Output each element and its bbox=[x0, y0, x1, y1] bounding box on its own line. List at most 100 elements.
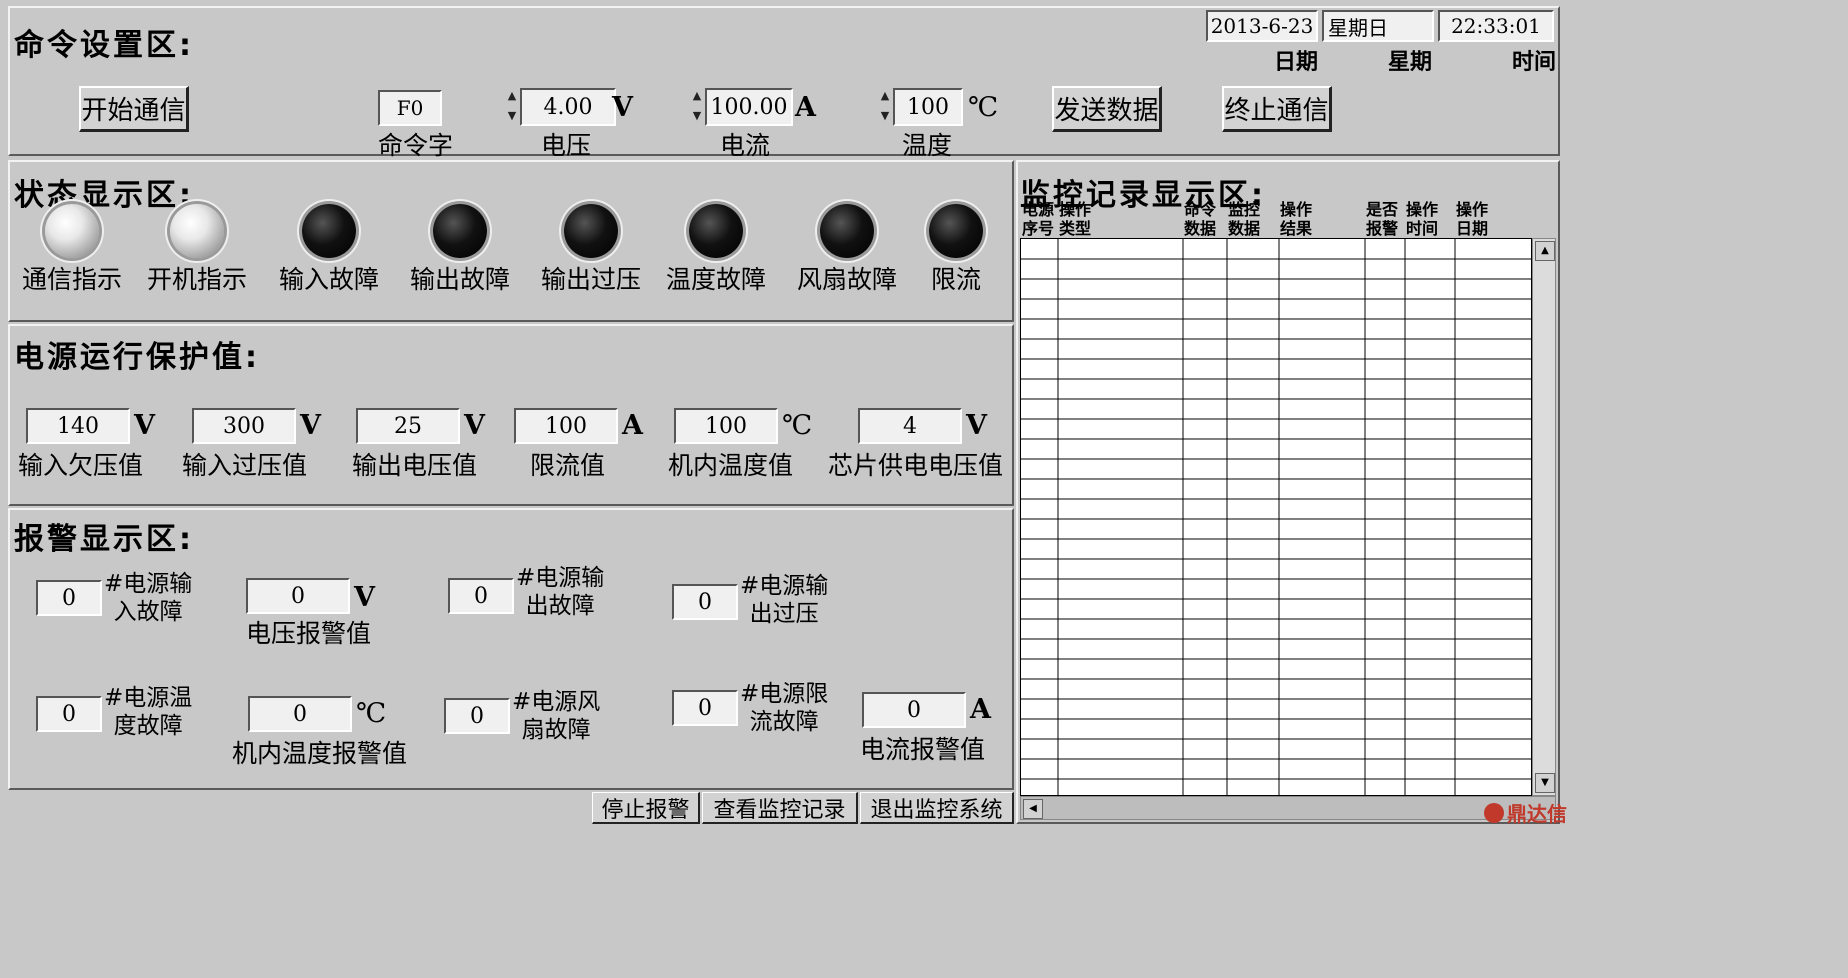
logo-icon bbox=[1484, 802, 1504, 823]
send-data-button[interactable]: 发送数据 bbox=[1052, 86, 1162, 132]
column-header-2-line1: 操作 bbox=[1059, 200, 1092, 219]
command-area-title: 命令设置区: bbox=[14, 28, 194, 63]
temperature-alarm-value: 0 bbox=[248, 696, 352, 732]
column-header-3[interactable]: 命令 数据 bbox=[1184, 200, 1216, 238]
output-fault-line2: 出故障 bbox=[525, 593, 595, 619]
stop-communication-button[interactable]: 终止通信 bbox=[1222, 86, 1332, 132]
protection-4-label: 限流值 bbox=[530, 451, 606, 480]
indicator-8-label: 限流 bbox=[930, 265, 982, 294]
temperature-input[interactable]: 100 bbox=[893, 88, 963, 126]
indicator-5-led-icon bbox=[564, 204, 618, 258]
indicator-7-led-icon bbox=[820, 204, 874, 258]
column-header-6[interactable]: 是否 报警 bbox=[1366, 200, 1398, 238]
fan-fault-value: 0 bbox=[444, 698, 510, 734]
column-header-8[interactable]: 操作 日期 bbox=[1456, 200, 1488, 238]
output-over-line2: 出过压 bbox=[749, 601, 819, 627]
protection-1-label: 输入欠压值 bbox=[18, 451, 144, 480]
column-header-4-line2: 数据 bbox=[1228, 219, 1261, 238]
protection-3-unit: V bbox=[464, 410, 485, 441]
scroll-left-icon[interactable]: ◀ bbox=[1023, 799, 1043, 819]
indicator-5-label: 输出过压 bbox=[540, 265, 642, 294]
indicator-4-led-icon bbox=[433, 204, 487, 258]
column-header-1[interactable]: 电源 序号 bbox=[1022, 200, 1054, 238]
stop-alarm-button[interactable]: 停止报警 bbox=[592, 792, 700, 824]
column-header-4[interactable]: 监控 数据 bbox=[1228, 200, 1260, 238]
input-fault-line2: 入故障 bbox=[113, 599, 183, 625]
temperature-spinner-icon[interactable]: ▲ ▼ bbox=[878, 86, 892, 130]
indicator-1-label: 通信指示 bbox=[21, 265, 123, 294]
column-header-2-line2: 类型 bbox=[1059, 219, 1092, 238]
column-header-8-line2: 日期 bbox=[1456, 219, 1489, 238]
exit-system-button[interactable]: 退出监控系统 bbox=[860, 792, 1014, 824]
column-header-5-line1: 操作 bbox=[1280, 200, 1313, 219]
protection-2-label: 输入过压值 bbox=[182, 451, 308, 480]
voltage-unit: V bbox=[612, 92, 633, 123]
column-header-5[interactable]: 操作 结果 bbox=[1280, 200, 1312, 238]
column-header-7[interactable]: 操作 时间 bbox=[1406, 200, 1438, 238]
protection-2-input[interactable]: 300 bbox=[192, 408, 296, 444]
indicator-7-label: 风扇故障 bbox=[796, 265, 898, 294]
indicator-3-label: 输入故障 bbox=[278, 265, 380, 294]
temp-fault-line2: 度故障 bbox=[113, 713, 183, 739]
protection-area-title: 电源运行保护值: bbox=[14, 340, 260, 375]
temp-fault-line1: #电源温 bbox=[104, 685, 193, 711]
records-table[interactable] bbox=[1020, 238, 1532, 796]
horizontal-scrollbar[interactable]: ◀ bbox=[1020, 796, 1556, 820]
start-communication-button[interactable]: 开始通信 bbox=[79, 86, 189, 132]
indicator-8-led-icon bbox=[929, 204, 983, 258]
fan-fault-line1: #电源风 bbox=[512, 689, 601, 715]
voltage-spinner-icon[interactable]: ▲ ▼ bbox=[505, 86, 519, 130]
indicator-1-led-icon bbox=[45, 204, 99, 258]
current-label: 电流 bbox=[720, 131, 771, 160]
protection-4-input[interactable]: 100 bbox=[514, 408, 618, 444]
protection-6-label: 芯片供电电压值 bbox=[828, 451, 1004, 480]
voltage-alarm-label: 电压报警值 bbox=[246, 619, 372, 648]
indicator-6-led-icon bbox=[689, 204, 743, 258]
column-header-7-line2: 时间 bbox=[1406, 219, 1439, 238]
voltage-alarm-unit: V bbox=[354, 582, 375, 613]
temperature-label: 温度 bbox=[902, 131, 953, 160]
current-spinner-icon[interactable]: ▲ ▼ bbox=[690, 86, 704, 130]
view-records-button[interactable]: 查看监控记录 bbox=[702, 792, 858, 824]
column-header-6-line1: 是否 bbox=[1366, 200, 1399, 219]
indicator-2-led-icon bbox=[170, 204, 224, 258]
date-label: 日期 bbox=[1274, 50, 1319, 75]
protection-3-input[interactable]: 25 bbox=[356, 408, 460, 444]
voltage-input[interactable]: 4.00 bbox=[520, 88, 616, 126]
voltage-label: 电压 bbox=[541, 131, 592, 160]
current-input[interactable]: 100.00 bbox=[705, 88, 793, 126]
time-field: 22:33:01 bbox=[1438, 10, 1554, 42]
output-overvoltage-value: 0 bbox=[672, 584, 738, 620]
protection-6-unit: V bbox=[966, 410, 987, 441]
logo: 鼎达信 bbox=[1484, 798, 1567, 827]
column-header-3-line2: 数据 bbox=[1184, 219, 1217, 238]
command-word-input[interactable]: F0 bbox=[378, 90, 442, 126]
column-header-2[interactable]: 操作 类型 bbox=[1059, 200, 1091, 238]
protection-6-input[interactable]: 4 bbox=[858, 408, 962, 444]
weekday-label: 星期 bbox=[1388, 50, 1433, 75]
indicator-6-label: 温度故障 bbox=[665, 265, 767, 294]
protection-1-unit: V bbox=[134, 410, 155, 441]
scroll-down-icon[interactable]: ▼ bbox=[1535, 773, 1555, 793]
limit-fault-line2: 流故障 bbox=[749, 709, 819, 735]
indicator-2-label: 开机指示 bbox=[146, 265, 248, 294]
protection-5-unit: ℃ bbox=[782, 410, 813, 441]
column-header-3-line1: 命令 bbox=[1184, 200, 1217, 219]
protection-5-label: 机内温度值 bbox=[668, 451, 794, 480]
temperature-fault-value: 0 bbox=[36, 696, 102, 732]
column-header-1-line1: 电源 bbox=[1022, 200, 1055, 219]
vertical-scrollbar[interactable]: ▲ ▼ bbox=[1532, 238, 1556, 796]
output-fault-value: 0 bbox=[448, 578, 514, 614]
protection-1-input[interactable]: 140 bbox=[26, 408, 130, 444]
status-area-title: 状态显示区: bbox=[14, 178, 194, 213]
current-alarm-label: 电流报警值 bbox=[860, 735, 986, 764]
column-header-7-line1: 操作 bbox=[1406, 200, 1439, 219]
column-header-1-line2: 序号 bbox=[1022, 219, 1055, 238]
current-alarm-value: 0 bbox=[862, 692, 966, 728]
protection-4-unit: A bbox=[622, 410, 643, 441]
current-limit-fault-value: 0 bbox=[672, 690, 738, 726]
scroll-up-icon[interactable]: ▲ bbox=[1535, 241, 1555, 261]
fan-fault-line2: 扇故障 bbox=[521, 717, 591, 743]
protection-5-input[interactable]: 100 bbox=[674, 408, 778, 444]
protection-2-unit: V bbox=[300, 410, 321, 441]
